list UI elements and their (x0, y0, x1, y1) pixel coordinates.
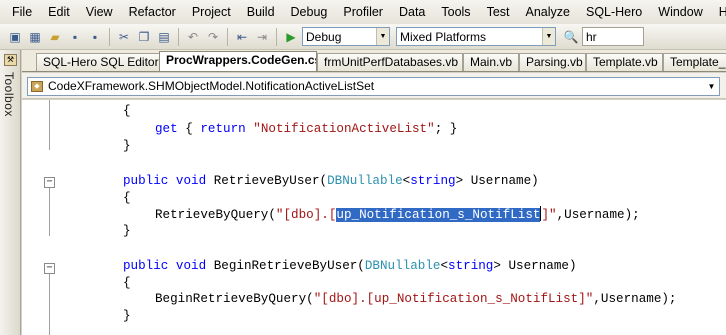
navigation-bar: ◆ CodeXFramework.SHMObjectModel.Notifica… (22, 73, 726, 99)
menu-help[interactable]: Help (711, 1, 726, 23)
outline-line (49, 188, 50, 236)
menu-sql-hero[interactable]: SQL-Hero (578, 1, 650, 23)
find-in-files-icon[interactable]: 🔍 (562, 28, 580, 46)
add-item-icon[interactable]: ▦ (26, 28, 44, 46)
menu-debug[interactable]: Debug (283, 1, 336, 23)
save-all-icon[interactable]: ▪ (86, 28, 104, 46)
menu-analyze[interactable]: Analyze (518, 1, 578, 23)
menu-build[interactable]: Build (239, 1, 283, 23)
menu-file[interactable]: File (4, 1, 40, 23)
menu-window[interactable]: Window (650, 1, 710, 23)
chevron-down-icon[interactable]: ▼ (376, 28, 389, 45)
toolbar-separator (178, 27, 179, 46)
type-navigation-value: CodeXFramework.SHMObjectModel.Notificati… (48, 79, 375, 93)
tab-sql-hero-sql-editor[interactable]: SQL-Hero SQL Editor (36, 53, 162, 71)
menu-bar: File Edit View Refactor Project Build De… (0, 0, 726, 24)
menu-data[interactable]: Data (391, 1, 433, 23)
code-line: public void RetrieveByUser(DBNullable<st… (123, 174, 539, 188)
code-line: } (123, 224, 131, 238)
menu-tools[interactable]: Tools (433, 1, 478, 23)
paste-icon[interactable]: ▤ (155, 28, 173, 46)
code-line: } (123, 139, 131, 153)
navigate-forward-icon[interactable]: ⇥ (253, 28, 271, 46)
code-line: public void BeginRetrieveByUser(DBNullab… (123, 259, 577, 273)
tab-procwrappers-codegen[interactable]: ProcWrappers.CodeGen.cs (159, 51, 317, 71)
chevron-down-icon[interactable]: ▼ (705, 79, 718, 94)
standard-toolbar: ▣ ▦ ▰ ▪ ▪ ✂ ❐ ▤ ↶ ↷ ⇤ ⇥ ▶ Debug ▼ Mixed … (0, 24, 726, 50)
outline-line (49, 100, 50, 150)
open-file-icon[interactable]: ▰ (46, 28, 64, 46)
tab-template-overflow[interactable]: Template_ (663, 53, 726, 71)
toolbox-label[interactable]: Toolbox (2, 72, 16, 117)
code-line: { (123, 104, 131, 118)
code-editor[interactable]: − − { get { return "NotificationActiveLi… (22, 100, 726, 335)
tab-parsing[interactable]: Parsing.vb (519, 53, 586, 71)
find-input[interactable]: hr (582, 27, 644, 46)
document-tab-strip: SQL-Hero SQL Editor ProcWrappers.CodeGen… (22, 50, 726, 72)
chevron-down-icon[interactable]: ▼ (542, 28, 555, 45)
code-line: RetrieveByQuery("[dbo].[up_Notification_… (155, 206, 640, 222)
redo-icon[interactable]: ↷ (204, 28, 222, 46)
toolbox-rail[interactable]: ⚒ Toolbox (0, 50, 21, 335)
menu-test[interactable]: Test (479, 1, 518, 23)
collapse-toggle-icon[interactable]: − (44, 263, 55, 274)
menu-profiler[interactable]: Profiler (335, 1, 391, 23)
copy-icon[interactable]: ❐ (135, 28, 153, 46)
tab-main[interactable]: Main.vb (463, 53, 519, 71)
tab-frmunitperfdatabases[interactable]: frmUnitPerfDatabases.vb (317, 53, 463, 71)
save-icon[interactable]: ▪ (66, 28, 84, 46)
code-line: } (123, 309, 131, 323)
code-line: { (123, 276, 131, 290)
solution-platform-select[interactable]: Mixed Platforms ▼ (396, 27, 556, 46)
menu-edit[interactable]: Edit (40, 1, 78, 23)
editor-gutter (22, 100, 46, 335)
toolbox-icon: ⚒ (4, 54, 17, 66)
menu-refactor[interactable]: Refactor (121, 1, 184, 23)
menu-view[interactable]: View (78, 1, 121, 23)
code-line: get { return "NotificationActiveList"; } (155, 122, 458, 136)
solution-platform-value: Mixed Platforms (400, 29, 487, 44)
code-line: { (123, 191, 131, 205)
find-input-value: hr (586, 29, 597, 44)
toolbar-separator (227, 27, 228, 46)
code-line: BeginRetrieveByQuery("[dbo].[up_Notifica… (155, 292, 677, 306)
cut-icon[interactable]: ✂ (115, 28, 133, 46)
toolbar-separator (109, 27, 110, 46)
type-navigation-select[interactable]: ◆ CodeXFramework.SHMObjectModel.Notifica… (27, 77, 720, 96)
collapse-toggle-icon[interactable]: − (44, 177, 55, 188)
new-project-icon[interactable]: ▣ (6, 28, 24, 46)
selected-text[interactable]: up_Notification_s_NotifList (336, 208, 541, 222)
tab-template[interactable]: Template.vb (586, 53, 663, 71)
undo-icon[interactable]: ↶ (184, 28, 202, 46)
start-debugging-icon[interactable]: ▶ (282, 28, 300, 46)
solution-configuration-select[interactable]: Debug ▼ (302, 27, 390, 46)
toolbar-separator (276, 27, 277, 46)
outline-line (49, 274, 50, 335)
class-icon: ◆ (31, 81, 43, 92)
navigate-backward-icon[interactable]: ⇤ (233, 28, 251, 46)
menu-project[interactable]: Project (184, 1, 239, 23)
solution-configuration-value: Debug (306, 29, 342, 44)
